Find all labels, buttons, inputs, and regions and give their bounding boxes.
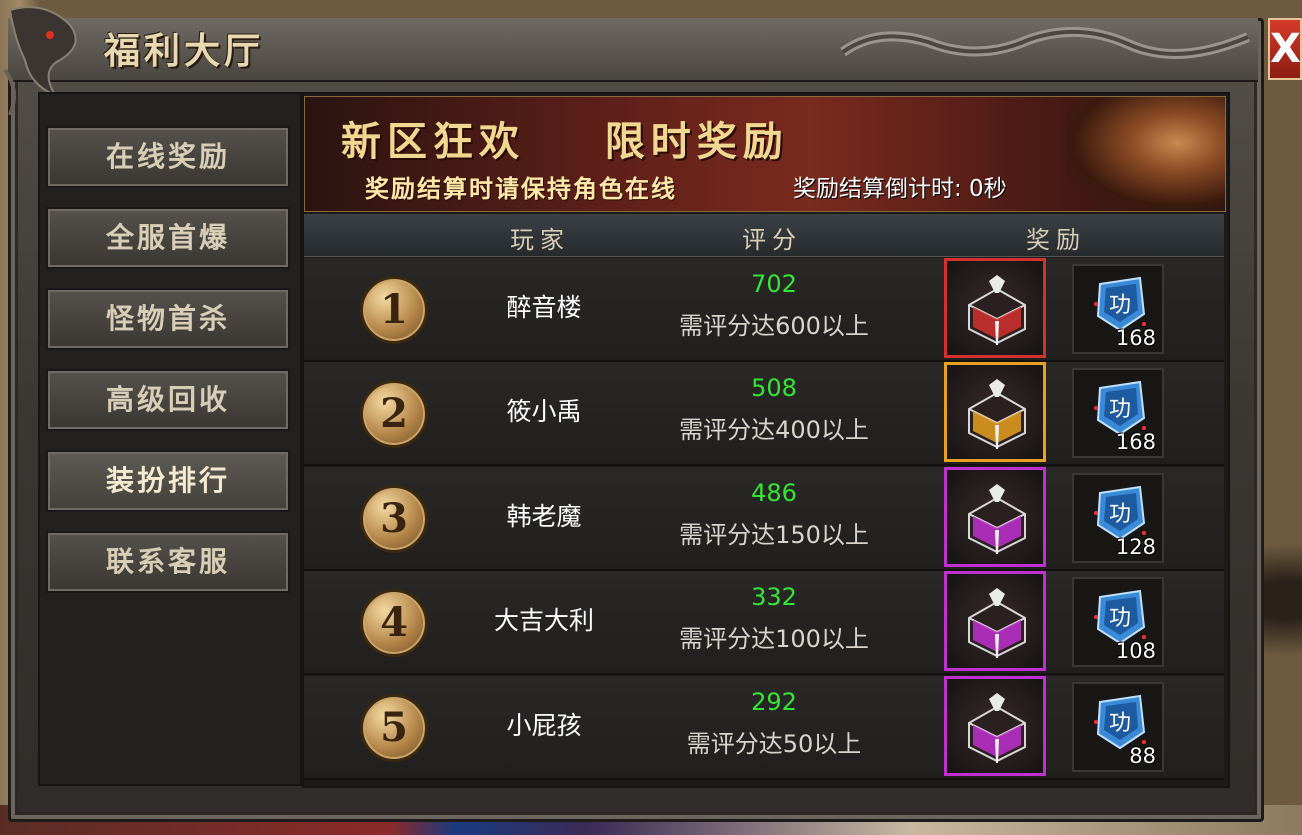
rank-medal: 5 [360, 694, 428, 762]
score-requirement: 需评分达100以上 [679, 625, 869, 653]
table-row: 1 醉音楼 702 需评分达600以上 功 168 [304, 258, 1224, 362]
sidebar-item-monster-first-kill[interactable]: 怪物首杀 [46, 288, 290, 350]
window-title: 福利大厅 [104, 30, 265, 72]
reward-item-slot[interactable]: 功 168 [1072, 264, 1164, 354]
score-requirement: 需评分达50以上 [686, 730, 862, 758]
player-score: 486 [751, 479, 797, 507]
sidebar-item-online-rewards[interactable]: 在线奖励 [46, 126, 290, 188]
player-score: 292 [751, 688, 797, 716]
reward-chest-slot[interactable] [944, 362, 1046, 462]
sidebar-item-customer-service[interactable]: 联系客服 [46, 531, 290, 593]
sidebar-item-outfit-ranking[interactable]: 装扮排行 [46, 450, 290, 512]
event-banner: 新区狂欢 限时奖励 奖励结算时请保持角色在线 奖励结算倒计时: 0秒 [304, 96, 1226, 212]
svg-text:功: 功 [1109, 502, 1131, 527]
reward-item-quantity: 108 [1115, 639, 1156, 663]
banner-headline: 新区狂欢 限时奖励 [341, 118, 789, 165]
ranking-table-header: 玩家 评分 奖励 [304, 214, 1224, 257]
player-score: 332 [751, 583, 797, 611]
sidebar-item-server-first-drop[interactable]: 全服首爆 [46, 207, 290, 269]
rank-medal: 3 [360, 485, 428, 553]
reward-chest-slot[interactable] [944, 467, 1046, 567]
player-name: 小屁孩 [506, 711, 582, 740]
reward-chest-slot[interactable] [944, 258, 1046, 358]
player-name: 大吉大利 [493, 606, 594, 635]
column-header-reward: 奖励 [1026, 226, 1086, 254]
column-header-score: 评分 [742, 226, 802, 254]
player-score: 702 [751, 270, 797, 298]
treasure-chest-purple-icon [968, 693, 1026, 763]
treasure-chest-red-icon [968, 275, 1026, 345]
score-requirement: 需评分达600以上 [679, 312, 869, 340]
dragon-ornament-right-icon [840, 26, 1250, 59]
reward-item-quantity: 88 [1129, 744, 1156, 768]
reward-item-quantity: 168 [1115, 430, 1156, 454]
treasure-chest-purple-icon [968, 484, 1026, 554]
svg-text:功: 功 [1109, 606, 1131, 631]
reward-item-slot[interactable]: 功 108 [1072, 577, 1164, 667]
player-score: 508 [751, 374, 797, 402]
reward-item-quantity: 128 [1115, 535, 1156, 559]
merit-token-icon: 功 [1094, 485, 1146, 541]
reward-chest-slot[interactable] [944, 571, 1046, 671]
merit-token-icon: 功 [1094, 380, 1146, 436]
rank-medal: 2 [360, 380, 428, 448]
player-name: 筱小禹 [506, 397, 582, 426]
svg-text:功: 功 [1109, 293, 1131, 318]
hero-portrait [1065, 97, 1225, 211]
merit-token-icon: 功 [1094, 694, 1146, 750]
merit-token-icon: 功 [1094, 589, 1146, 645]
rank-medal: 4 [360, 589, 428, 657]
treasure-chest-purple-icon [968, 588, 1026, 658]
close-button[interactable]: X [1268, 18, 1302, 80]
player-name: 韩老魔 [506, 502, 582, 531]
score-requirement: 需评分达150以上 [679, 521, 869, 549]
reward-item-slot[interactable]: 功 88 [1072, 682, 1164, 772]
merit-token-icon: 功 [1094, 276, 1146, 332]
svg-text:功: 功 [1109, 397, 1131, 422]
score-requirement: 需评分达400以上 [679, 416, 869, 444]
table-row: 4 大吉大利 332 需评分达100以上 功 108 [304, 571, 1224, 675]
settlement-countdown: 奖励结算倒计时: 0秒 [793, 176, 1007, 202]
svg-text:功: 功 [1109, 711, 1131, 736]
reward-item-slot[interactable]: 功 128 [1072, 473, 1164, 563]
reward-item-quantity: 168 [1115, 326, 1156, 350]
player-name: 醉音楼 [506, 293, 582, 322]
reward-chest-slot[interactable] [944, 676, 1046, 776]
table-row: 3 韩老魔 486 需评分达150以上 功 128 [304, 467, 1224, 571]
column-header-player: 玩家 [510, 226, 570, 254]
banner-subline: 奖励结算时请保持角色在线 [365, 174, 677, 203]
sidebar-item-advanced-recycle[interactable]: 高级回收 [46, 369, 290, 431]
table-row: 2 筱小禹 508 需评分达400以上 功 168 [304, 362, 1224, 466]
treasure-chest-orange-icon [968, 379, 1026, 449]
rank-medal: 1 [360, 276, 428, 344]
reward-item-slot[interactable]: 功 168 [1072, 368, 1164, 458]
sidebar: 在线奖励 全服首爆 怪物首杀 高级回收 装扮排行 联系客服 [38, 92, 302, 786]
table-row: 5 小屁孩 292 需评分达50以上 功 88 [304, 676, 1224, 780]
